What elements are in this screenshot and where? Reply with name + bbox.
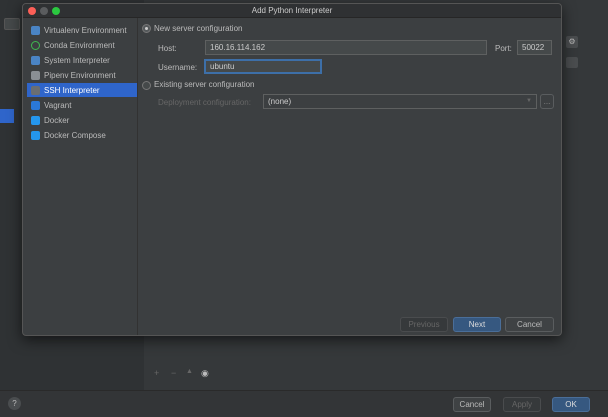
sidebar-item-label: Docker	[44, 115, 70, 125]
conda-icon	[31, 40, 40, 50]
deployment-label: Deployment configuration:	[158, 98, 251, 107]
deployment-select[interactable]: (none) ▼	[263, 94, 537, 109]
terminal-icon	[31, 85, 40, 95]
cancel-button[interactable]: Cancel	[453, 397, 491, 412]
interpreter-type-list: Virtualenv Environment Conda Environment S…	[23, 18, 138, 335]
sidebar-item-pipenv-environment[interactable]: Pipenv Environment	[27, 68, 137, 82]
existing-server-label: Existing server configuration	[154, 80, 255, 89]
new-server-radio[interactable]	[142, 24, 151, 33]
sidebar-item-label: Conda Environment	[44, 40, 115, 50]
docker-compose-icon	[31, 130, 40, 140]
sidebar-item-label: Virtualenv Environment	[44, 25, 127, 35]
eye-icon[interactable]: ◉	[201, 368, 209, 379]
remove-icon[interactable]: −	[171, 368, 176, 378]
cancel-dialog-button[interactable]: Cancel	[505, 317, 554, 332]
sidebar-item-docker[interactable]: Docker	[27, 113, 137, 127]
host-label: Host:	[158, 44, 177, 53]
python-icon	[31, 55, 40, 65]
minimize-window-button[interactable]	[40, 7, 48, 15]
username-label: Username:	[158, 63, 198, 72]
next-button[interactable]: Next	[453, 317, 501, 332]
existing-server-radio[interactable]	[142, 81, 151, 90]
sidebar-item-label: SSH Interpreter	[44, 85, 100, 95]
maximize-window-button[interactable]	[52, 7, 60, 15]
browse-button[interactable]: ...	[540, 94, 554, 109]
selected-tree-item[interactable]	[0, 109, 14, 123]
sidebar-item-virtualenv-environment[interactable]: Virtualenv Environment	[27, 23, 137, 37]
sidebar-item-system-interpreter[interactable]: System Interpreter	[27, 53, 137, 67]
port-label: Port:	[495, 44, 512, 53]
sidebar-item-vagrant[interactable]: Vagrant	[27, 98, 137, 112]
pipenv-icon	[31, 70, 40, 80]
new-server-label: New server configuration	[154, 24, 243, 33]
sidebar-item-conda-environment[interactable]: Conda Environment	[27, 38, 137, 52]
sidebar-item-label: System Interpreter	[44, 55, 110, 65]
ok-button[interactable]: OK	[552, 397, 590, 412]
docker-icon	[31, 115, 40, 125]
close-window-button[interactable]	[28, 7, 36, 15]
deployment-value: (none)	[268, 97, 292, 106]
host-input[interactable]: 160.16.114.162	[205, 40, 487, 55]
sidebar-item-ssh-interpreter[interactable]: SSH Interpreter	[27, 83, 137, 97]
add-icon[interactable]: +	[154, 368, 159, 378]
settings-footer: ? Cancel Apply OK	[0, 390, 608, 417]
previous-button[interactable]: Previous	[400, 317, 448, 332]
chevron-down-icon: ▼	[526, 98, 532, 104]
vagrant-icon	[31, 100, 40, 110]
sidebar-item-label: Pipenv Environment	[44, 70, 116, 80]
port-input[interactable]: 50022	[517, 40, 552, 55]
dialog-title: Add Python Interpreter	[251, 6, 333, 15]
folder-icon[interactable]	[566, 57, 578, 68]
gear-icon[interactable]: ⚙	[566, 36, 578, 48]
python-venv-icon	[31, 25, 40, 35]
title-bar: Add Python Interpreter	[23, 4, 561, 18]
username-input[interactable]: ubuntu	[204, 59, 322, 74]
search-icon[interactable]	[4, 18, 20, 30]
sidebar-item-label: Docker Compose	[44, 130, 106, 140]
help-button[interactable]: ?	[8, 397, 21, 410]
up-icon[interactable]: ▲	[186, 368, 193, 375]
apply-button[interactable]: Apply	[503, 397, 541, 412]
sidebar-item-label: Vagrant	[44, 100, 72, 110]
add-python-interpreter-dialog: Add Python Interpreter Virtualenv Enviro…	[22, 3, 562, 336]
sidebar-item-docker-compose[interactable]: Docker Compose	[27, 128, 137, 142]
